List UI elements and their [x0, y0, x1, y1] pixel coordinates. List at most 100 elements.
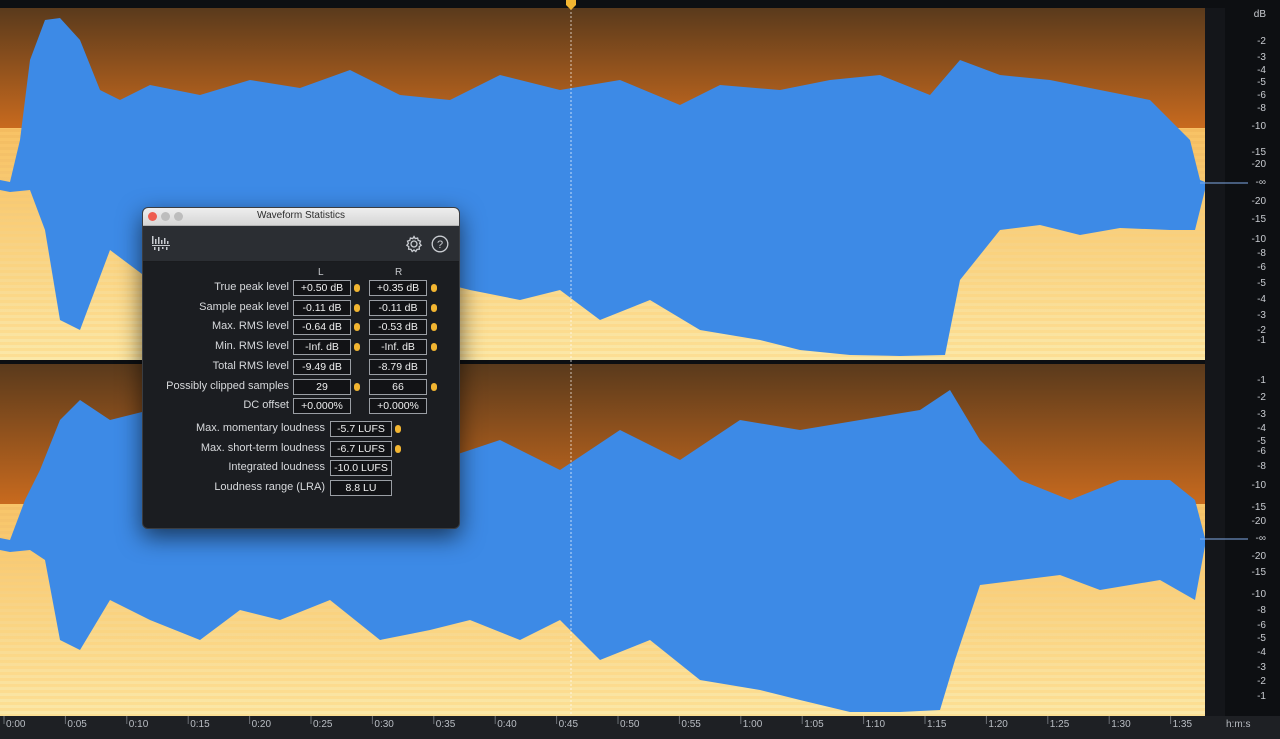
db-tick-label: -10	[1251, 234, 1266, 245]
db-tick-label: -1	[1257, 335, 1266, 346]
waveform-statistics-logo-icon	[152, 236, 170, 251]
db-tick-label: -4	[1257, 423, 1266, 434]
time-tick-label: 0:15	[190, 719, 210, 730]
time-tick-label: 1:35	[1172, 719, 1193, 730]
db-tick-label: -5	[1257, 633, 1266, 644]
db-tick-label: -8	[1257, 248, 1266, 259]
db-tick-label: -8	[1257, 461, 1266, 472]
time-unit-label: h:m:s	[1226, 719, 1251, 730]
peak-marker-icon[interactable]	[431, 323, 437, 332]
time-tick-label: 0:45	[558, 719, 579, 730]
db-tick-label: -6	[1257, 262, 1266, 273]
peak-marker-icon[interactable]	[431, 284, 437, 292]
db-tick-label: -2	[1257, 36, 1266, 47]
window-title: Waveform Statistics	[257, 210, 345, 221]
db-tick-label: -6	[1257, 446, 1266, 457]
db-tick-label: -3	[1257, 409, 1266, 420]
time-tick-label: 1:20	[988, 719, 1008, 730]
db-tick-label: -8	[1257, 103, 1266, 114]
db-tick-label: -8	[1257, 605, 1266, 616]
loudness-value: -5.7 LUFS	[330, 421, 392, 437]
stat-value-right: 66	[369, 378, 427, 395]
time-tick-label: 0:00	[6, 719, 26, 730]
svg-text:?: ?	[437, 239, 443, 251]
stat-label: Sample peak level	[199, 300, 289, 313]
stat-value-left: -Inf. dB	[293, 339, 351, 356]
stat-value-left: 29	[293, 378, 351, 395]
db-tick-label: -15	[1251, 567, 1266, 578]
loudness-label: Max. momentary loudness	[196, 422, 325, 434]
peak-marker-icon[interactable]	[431, 303, 437, 312]
time-tick-label: 1:00	[742, 719, 763, 730]
stat-value-left: -9.49 dB	[293, 358, 351, 375]
time-tick-label: 0:55	[681, 719, 701, 730]
db-tick-label: -3	[1257, 310, 1266, 321]
time-tick-label: 0:40	[497, 719, 517, 730]
db-tick-label: -2	[1257, 676, 1266, 687]
db-tick-label: -4	[1257, 65, 1266, 76]
time-tick-label: 0:50	[620, 719, 640, 730]
peak-marker-icon[interactable]	[354, 303, 360, 312]
peak-marker-icon[interactable]	[354, 343, 360, 352]
dialog-toolbar: ?	[143, 226, 459, 262]
db-tick-label: -10	[1251, 121, 1266, 132]
time-tick-label: 0:20	[251, 719, 272, 730]
peak-marker-icon[interactable]	[354, 382, 360, 391]
loudness-value: -6.7 LUFS	[330, 440, 392, 457]
db-tick-label: -4	[1257, 647, 1266, 658]
loudness-value: 8.8 LU	[330, 480, 392, 497]
stat-value-right: -0.11 dB	[369, 299, 427, 316]
db-tick-label: -15	[1251, 214, 1266, 225]
db-tick-label: dB	[1253, 9, 1266, 20]
db-tick-label: -1	[1257, 375, 1266, 386]
loudness-label: Integrated loudness	[228, 461, 325, 474]
stat-value-left: -0.11 dB	[293, 299, 351, 316]
time-tick-label: 1:10	[865, 719, 886, 730]
peak-marker-icon[interactable]	[395, 444, 401, 453]
loudness-label: Loudness range (LRA)	[214, 481, 325, 494]
db-tick-label: -3	[1257, 52, 1266, 63]
time-tick-label: 0:25	[313, 719, 333, 730]
time-tick-label: 1:30	[1111, 719, 1131, 730]
db-tick-label: -6	[1257, 620, 1266, 631]
stat-value-right: -0.53 dB	[369, 319, 427, 336]
window-titlebar[interactable]: Waveform Statistics	[143, 208, 459, 226]
db-tick-label: -5	[1257, 77, 1266, 88]
stat-value-left: -0.64 dB	[293, 319, 351, 336]
time-tick-label: 1:25	[1049, 719, 1070, 730]
db-tick-label: -10	[1251, 589, 1266, 600]
stat-value-right: -8.79 dB	[369, 358, 427, 375]
stat-label: True peak level	[214, 281, 289, 293]
db-tick-label: -10	[1251, 480, 1266, 491]
question-icon[interactable]: ?	[431, 235, 449, 253]
db-tick-label: -1	[1257, 691, 1266, 702]
peak-marker-icon[interactable]	[431, 343, 437, 352]
stat-label: Min. RMS level	[215, 340, 289, 353]
db-tick-label: -15	[1251, 502, 1266, 513]
column-header-left: L	[318, 267, 324, 278]
stat-value-right: +0.35 dB	[369, 280, 427, 296]
stat-value-right: +0.000%	[369, 398, 427, 415]
column-header-right: R	[395, 267, 403, 278]
gear-icon[interactable]	[405, 235, 423, 253]
time-tick-label: 1:05	[804, 719, 824, 730]
peak-marker-icon[interactable]	[431, 382, 437, 391]
db-tick-label: -∞	[1255, 177, 1266, 188]
stat-label: Possibly clipped samples	[166, 379, 289, 392]
time-tick-label: 0:10	[128, 719, 149, 730]
loudness-label: Max. short-term loudness	[200, 441, 325, 454]
db-tick-label: -5	[1257, 278, 1266, 289]
db-tick-label: -20	[1251, 196, 1266, 207]
time-tick-label: 0:30	[374, 719, 394, 730]
db-tick-label: -6	[1257, 90, 1266, 101]
peak-marker-icon[interactable]	[395, 425, 401, 433]
db-tick-label: -20	[1251, 159, 1266, 170]
db-tick-label: -2	[1257, 392, 1266, 403]
db-tick-label: -4	[1257, 294, 1266, 305]
time-tick-label: 0:05	[67, 719, 87, 730]
db-tick-label: -∞	[1255, 533, 1266, 544]
peak-marker-icon[interactable]	[354, 284, 360, 292]
peak-marker-icon[interactable]	[354, 323, 360, 332]
waveform-statistics-window[interactable]: Waveform Statistics ? L R True peak leve	[142, 207, 460, 529]
stat-value-right: -Inf. dB	[369, 339, 427, 356]
